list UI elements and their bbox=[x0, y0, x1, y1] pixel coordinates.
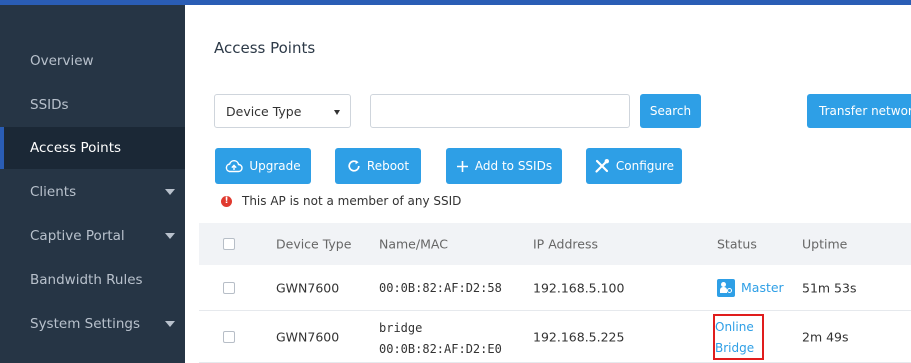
device-type-select[interactable]: Device Type bbox=[214, 94, 351, 128]
sidebar-item-bandwidth-rules[interactable]: Bandwidth Rules bbox=[0, 259, 185, 301]
sidebar-item-label: Access Points bbox=[30, 140, 122, 156]
dropdown-arrow-icon bbox=[334, 110, 340, 115]
cell-status-bridge: Online Bridge bbox=[715, 317, 754, 359]
table-row[interactable]: GWN7600 00:0B:82:AF:D2:58 192.168.5.100 … bbox=[199, 265, 911, 311]
add-to-ssids-label: Add to SSIDs bbox=[474, 159, 553, 173]
sidebar-item-label: Captive Portal bbox=[30, 228, 125, 244]
transfer-network-button[interactable]: Transfer network bbox=[807, 94, 911, 128]
cell-mac: 00:0B:82:AF:D2:58 bbox=[379, 280, 502, 295]
search-button-label: Search bbox=[649, 104, 692, 118]
ssid-warning: ! This AP is not a member of any SSID bbox=[221, 194, 461, 208]
upgrade-button[interactable]: Upgrade bbox=[215, 148, 311, 184]
cell-name: bridge bbox=[379, 321, 423, 335]
reboot-button[interactable]: Reboot bbox=[335, 148, 421, 184]
sidebar-item-label: Clients bbox=[30, 184, 77, 200]
select-value: Device Type bbox=[226, 103, 302, 119]
search-input[interactable] bbox=[370, 94, 630, 128]
row-checkbox[interactable] bbox=[223, 281, 235, 294]
header-status: Status bbox=[717, 236, 757, 252]
search-button[interactable]: Search bbox=[640, 94, 701, 128]
main-content: Access Points Device Type Search Transfe… bbox=[185, 5, 911, 363]
cloud-upload-icon bbox=[226, 160, 244, 173]
plus-icon bbox=[456, 160, 468, 172]
status-online-text: Online bbox=[715, 320, 754, 334]
add-to-ssids-button[interactable]: Add to SSIDs bbox=[446, 148, 562, 184]
upgrade-label: Upgrade bbox=[249, 159, 301, 173]
cell-status: Master bbox=[717, 278, 784, 297]
table-row[interactable]: GWN7600 bridge 00:0B:82:AF:D2:E0 192.168… bbox=[199, 311, 911, 363]
chevron-down-icon bbox=[165, 233, 175, 239]
sidebar-item-overview[interactable]: Overview bbox=[0, 40, 185, 82]
tools-icon bbox=[595, 159, 609, 173]
table-header: Device Type Name/MAC IP Address Status U… bbox=[199, 223, 911, 265]
header-ip-address: IP Address bbox=[533, 236, 598, 252]
refresh-icon bbox=[348, 160, 360, 172]
exclamation-icon: ! bbox=[221, 195, 232, 207]
select-all-checkbox[interactable] bbox=[223, 238, 235, 250]
page-title: Access Points bbox=[214, 39, 316, 57]
header-device-type: Device Type bbox=[276, 236, 352, 252]
cell-mac: 00:0B:82:AF:D2:E0 bbox=[379, 342, 502, 356]
sidebar-item-label: Overview bbox=[30, 53, 94, 69]
configure-button[interactable]: Configure bbox=[586, 148, 682, 184]
cell-device-type: GWN7600 bbox=[276, 329, 340, 344]
reboot-label: Reboot bbox=[366, 159, 410, 173]
sidebar-item-label: Bandwidth Rules bbox=[30, 272, 143, 288]
chevron-down-icon bbox=[165, 321, 175, 327]
cell-uptime: 2m 49s bbox=[802, 329, 849, 344]
sidebar-item-label: System Settings bbox=[30, 316, 141, 332]
status-bridge-text: Bridge bbox=[715, 341, 755, 355]
header-name-mac: Name/MAC bbox=[379, 236, 448, 252]
sidebar-item-access-points[interactable]: Access Points bbox=[0, 127, 185, 169]
chevron-down-icon bbox=[165, 189, 175, 195]
sidebar-item-captive-portal[interactable]: Captive Portal bbox=[0, 215, 185, 257]
warning-text: This AP is not a member of any SSID bbox=[242, 194, 462, 208]
sidebar-item-system-settings[interactable]: System Settings bbox=[0, 303, 185, 345]
header-uptime: Uptime bbox=[802, 236, 848, 252]
cell-ip: 192.168.5.225 bbox=[533, 329, 625, 344]
status-master-text: Master bbox=[741, 280, 784, 295]
cell-name-mac: bridge 00:0B:82:AF:D2:E0 bbox=[379, 318, 502, 360]
sidebar: Overview SSIDs Access Points Clients Cap… bbox=[0, 5, 185, 363]
transfer-button-label: Transfer network bbox=[819, 104, 911, 118]
cell-device-type: GWN7600 bbox=[276, 280, 340, 295]
sidebar-item-ssids[interactable]: SSIDs bbox=[0, 84, 185, 126]
sidebar-item-clients[interactable]: Clients bbox=[0, 171, 185, 213]
sidebar-item-label: SSIDs bbox=[30, 97, 69, 113]
cell-ip: 192.168.5.100 bbox=[533, 280, 625, 295]
row-checkbox[interactable] bbox=[223, 330, 235, 343]
configure-label: Configure bbox=[615, 159, 675, 173]
cell-uptime: 51m 53s bbox=[802, 280, 857, 295]
master-ap-icon bbox=[717, 278, 735, 297]
